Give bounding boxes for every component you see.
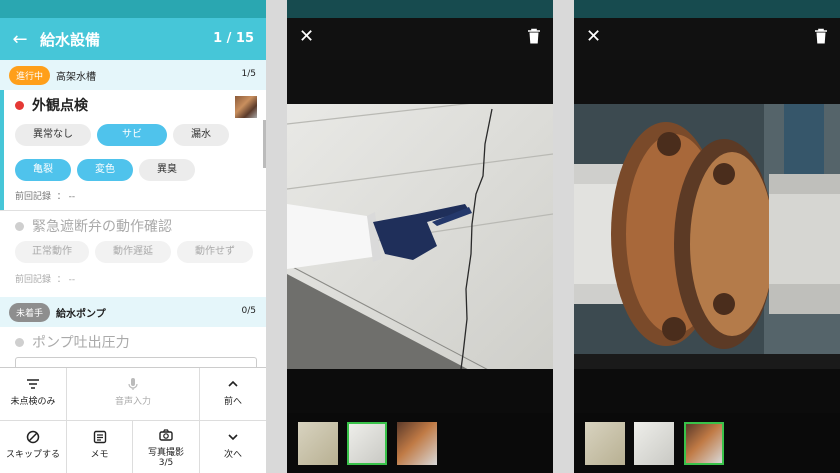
trash-icon[interactable]	[814, 28, 828, 45]
prev-button[interactable]: 前へ	[200, 368, 266, 421]
thumbnail-strip	[287, 413, 553, 473]
item-title: 緊急遮断弁の動作確認	[32, 219, 172, 235]
dimmed-background	[574, 60, 840, 104]
photo-thumbnail[interactable]	[634, 422, 674, 465]
previous-record-value: ： --	[56, 275, 76, 285]
memo-icon	[93, 430, 106, 444]
option-chip[interactable]: 異常なし	[15, 124, 91, 146]
next-label: 次へ	[223, 450, 242, 460]
app-header: ← 給水設備 1 / 15	[0, 18, 266, 60]
option-chip[interactable]: 正常動作	[15, 241, 89, 263]
rusty-pipe-flange-photo	[574, 104, 840, 369]
status-dot	[15, 221, 24, 231]
photo-viewer-1: ✕	[287, 0, 553, 473]
skip-button[interactable]: スキップする	[0, 421, 67, 473]
inspection-item[interactable]: ポンプ吐出圧力	[0, 327, 266, 368]
photo-thumbnail[interactable]	[298, 422, 338, 465]
status-bar	[0, 0, 266, 18]
inspection-item[interactable]: 緊急遮断弁の動作確認 正常動作 動作遅延 動作せず 前回記録 ： --	[0, 211, 266, 297]
status-bar	[287, 0, 553, 18]
option-chip[interactable]: 動作遅延	[95, 241, 171, 263]
camera-icon	[159, 429, 173, 441]
status-dot	[15, 337, 24, 347]
skip-label: スキップする	[5, 450, 60, 460]
section-name: 給水ポンプ	[56, 308, 106, 320]
close-icon[interactable]: ✕	[299, 28, 314, 46]
photo-label: 写真撮影	[147, 448, 184, 458]
thumbnail-strip	[574, 413, 840, 473]
page-counter: 1 / 15	[213, 31, 254, 46]
photo-thumbnail-selected[interactable]	[347, 422, 387, 465]
option-chips: 正常動作 動作遅延 動作せず	[15, 241, 266, 263]
previous-record-label: 前回記録	[15, 192, 52, 202]
photo-count: 3/5	[158, 458, 174, 468]
option-chips: 異常なし サビ 漏水 亀裂 変色 異臭	[15, 124, 266, 181]
status-badge: 進行中	[9, 65, 51, 85]
previous-record-label: 前回記録	[15, 275, 52, 285]
section-count: 0/5	[241, 306, 256, 316]
prev-label: 前へ	[223, 397, 242, 407]
scrollbar[interactable]	[263, 120, 266, 168]
item-title-row: 外観点検	[15, 90, 266, 120]
voice-input-label: 音声入力	[114, 397, 151, 407]
section-header: 進行中 高架水槽 1/5	[0, 60, 266, 90]
memo-label: メモ	[90, 450, 109, 460]
status-badge: 未着手	[9, 302, 51, 322]
photo-button[interactable]: 写真撮影 3/5	[133, 421, 200, 473]
section-name: 高架水槽	[56, 71, 97, 83]
option-chip[interactable]: 亀裂	[15, 159, 71, 181]
option-chip[interactable]: 動作せず	[177, 241, 253, 263]
section-count: 1/5	[241, 69, 256, 79]
memo-button[interactable]: メモ	[67, 421, 133, 473]
bottom-toolbar: 未点検のみ 音声入力 前へ スキップする メモ 写真撮影 3/5 次へ	[0, 367, 266, 473]
previous-record: 前回記録 ： --	[15, 185, 266, 209]
item-title-row: 緊急遮断弁の動作確認	[15, 211, 266, 241]
chevron-down-icon	[228, 434, 238, 441]
dimmed-background	[287, 60, 553, 104]
dimmed-background	[574, 369, 840, 413]
cracked-wall-photo	[287, 104, 553, 369]
dimmed-background	[287, 369, 553, 413]
alert-dot	[15, 100, 24, 110]
inspection-app-panel: ← 給水設備 1 / 15 進行中 高架水槽 1/5 外観点検 異常なし サビ …	[0, 0, 266, 473]
previous-record-value: ： --	[56, 192, 76, 202]
viewer-header: ✕	[574, 18, 840, 60]
photo-thumbnail[interactable]	[235, 96, 257, 118]
section-header: 未着手 給水ポンプ 0/5	[0, 297, 266, 327]
item-title-row: ポンプ吐出圧力	[15, 327, 266, 357]
option-chip[interactable]: 異臭	[139, 159, 195, 181]
option-chip[interactable]: 変色	[77, 159, 133, 181]
chevron-up-icon	[228, 380, 238, 387]
status-bar	[574, 0, 840, 18]
photo-thumbnail[interactable]	[585, 422, 625, 465]
page-title: 給水設備	[40, 30, 101, 49]
previous-record: 前回記録 ： --	[15, 268, 266, 292]
item-title: ポンプ吐出圧力	[32, 335, 130, 351]
photo-thumbnail-selected[interactable]	[684, 422, 724, 465]
photo-thumbnail[interactable]	[397, 422, 437, 465]
option-chip[interactable]: 漏水	[173, 124, 229, 146]
photo-viewer-2: ✕	[574, 0, 840, 473]
close-icon[interactable]: ✕	[586, 28, 601, 46]
inspection-item[interactable]: 外観点検 異常なし サビ 漏水 亀裂 変色 異臭 前回記録 ： --	[0, 90, 266, 210]
filter-icon	[27, 379, 39, 389]
option-chip[interactable]: サビ	[97, 124, 167, 146]
next-button[interactable]: 次へ	[200, 421, 266, 473]
arrow-left-icon[interactable]: ←	[0, 29, 40, 50]
unchecked-only-label: 未点検のみ	[10, 397, 56, 407]
microphone-icon	[128, 378, 138, 390]
viewer-header: ✕	[287, 18, 553, 60]
item-title: 外観点検	[32, 98, 88, 114]
voice-input-button[interactable]: 音声入力	[67, 368, 200, 421]
trash-icon[interactable]	[527, 28, 541, 45]
skip-icon	[26, 430, 40, 444]
unchecked-only-button[interactable]: 未点検のみ	[0, 368, 67, 421]
